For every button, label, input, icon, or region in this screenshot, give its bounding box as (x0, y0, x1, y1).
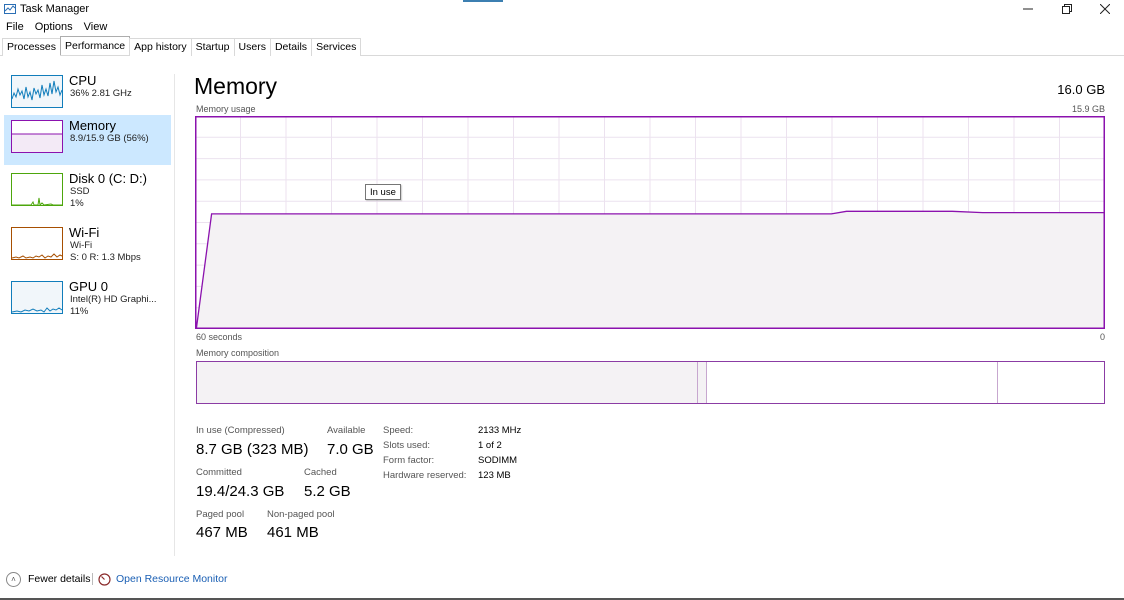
spec-value-hardware-reserved: 123 MB (478, 470, 511, 481)
menu-bar: File Options View (0, 19, 112, 36)
tooltip-in-use: In use (365, 184, 401, 200)
disk-thumbnail-graph (11, 173, 63, 206)
sidebar-item-label: Memory (69, 118, 116, 133)
disk-type-text: SSD (70, 186, 90, 197)
taskbar-accent (463, 0, 503, 2)
spec-label-form-factor: Form factor: (383, 455, 435, 466)
resource-monitor-label: Open Resource Monitor (116, 573, 228, 585)
total-memory: 16.0 GB (1057, 82, 1105, 97)
gpu-thumbnail-graph (11, 281, 63, 314)
tab-services[interactable]: Services (311, 38, 362, 56)
sidebar-item-wifi[interactable]: Wi-Fi Wi-Fi S: 0 R: 1.3 Mbps (4, 222, 171, 272)
composition-modified (698, 362, 707, 403)
gpu-model-text: Intel(R) HD Graphi... (70, 294, 157, 305)
non-paged-pool-value: 461 MB (267, 524, 319, 541)
open-resource-monitor-link[interactable]: Open Resource Monitor (98, 571, 227, 587)
memory-usage-chart (195, 116, 1105, 329)
task-manager-icon (4, 4, 16, 14)
disk-usage-text: 1% (70, 198, 84, 209)
committed-label: Committed (196, 467, 242, 478)
sidebar-item-memory[interactable]: Memory 8.9/15.9 GB (56%) (4, 115, 171, 165)
minimize-icon (1023, 8, 1033, 10)
close-button[interactable] (1090, 0, 1120, 18)
chevron-up-icon: ˄ (6, 571, 21, 587)
close-icon (1099, 3, 1111, 15)
spec-label-slots: Slots used: (383, 440, 430, 451)
sidebar-item-label: CPU (69, 73, 97, 88)
tab-processes[interactable]: Processes (2, 38, 62, 56)
cached-label: Cached (304, 467, 337, 478)
paged-pool-label: Paged pool (196, 509, 245, 520)
menu-view[interactable]: View (78, 19, 113, 36)
gpu-usage-text: 11% (70, 306, 89, 317)
restore-button[interactable] (1052, 0, 1082, 18)
sidebar-item-label: Wi-Fi (69, 225, 100, 240)
chart-max-label: 15.9 GB (1071, 104, 1105, 114)
memory-thumbnail-graph (11, 120, 63, 153)
cpu-usage-text: 36% 2.81 GHz (70, 88, 132, 99)
tab-app-history[interactable]: App history (129, 38, 192, 56)
committed-value: 19.4/24.3 GB (196, 483, 285, 500)
composition-label: Memory composition (196, 348, 280, 358)
cpu-thumbnail-graph (11, 75, 63, 108)
sidebar-divider (174, 74, 175, 556)
tooltip-text: In use (370, 187, 396, 198)
sidebar-item-gpu[interactable]: GPU 0 Intel(R) HD Graphi... 11% (4, 276, 171, 326)
chart-title: Memory usage (196, 104, 256, 114)
spec-label-hardware-reserved: Hardware reserved: (383, 470, 467, 481)
memory-usage-text: 8.9/15.9 GB (56%) (70, 133, 149, 144)
tab-strip: Processes Performance App history Startu… (2, 36, 362, 56)
spec-label-speed: Speed: (383, 425, 414, 436)
x-axis-start-label: 60 seconds (196, 332, 243, 342)
paged-pool-value: 467 MB (196, 524, 248, 541)
footer-separator (92, 573, 93, 585)
resource-monitor-icon (98, 572, 111, 586)
minimize-button[interactable] (1013, 0, 1043, 18)
wifi-throughput-text: S: 0 R: 1.3 Mbps (70, 252, 141, 263)
composition-in-use (197, 362, 698, 403)
usage-area (196, 211, 1104, 328)
tab-startup[interactable]: Startup (190, 38, 235, 56)
tab-users[interactable]: Users (233, 38, 271, 56)
menu-options[interactable]: Options (29, 19, 78, 36)
title-bar: Task Manager (0, 0, 1124, 18)
restore-icon (1062, 4, 1072, 14)
in-use-value: 8.7 GB (323 MB) (196, 441, 309, 458)
wifi-adapter-text: Wi-Fi (70, 240, 93, 251)
menu-file[interactable]: File (0, 19, 29, 36)
memory-composition-bar (196, 361, 1105, 404)
non-paged-pool-label: Non-paged pool (267, 509, 335, 520)
window-title: Task Manager (20, 3, 90, 15)
in-use-label: In use (Compressed) (196, 425, 285, 436)
wifi-thumbnail-graph (11, 227, 63, 260)
spec-value-slots: 1 of 2 (478, 440, 502, 451)
spec-value-form-factor: SODIMM (478, 455, 518, 466)
sidebar-item-label: Disk 0 (C: D:) (69, 171, 147, 186)
tab-details[interactable]: Details (269, 38, 313, 56)
fewer-details-button[interactable]: ˄ Fewer details (6, 571, 90, 587)
x-axis-end-label: 0 (1099, 332, 1105, 342)
available-value: 7.0 GB (327, 441, 374, 458)
available-label: Available (327, 425, 366, 436)
spec-value-speed: 2133 MHz (478, 425, 522, 436)
cached-value: 5.2 GB (304, 483, 351, 500)
sidebar-item-cpu[interactable]: CPU 36% 2.81 GHz (4, 70, 171, 120)
sidebar-item-label: GPU 0 (69, 279, 109, 294)
sidebar-item-disk[interactable]: Disk 0 (C: D:) SSD 1% (4, 168, 171, 218)
page-title: Memory (194, 73, 278, 99)
fewer-details-label: Fewer details (28, 573, 91, 585)
composition-standby-separator (997, 362, 998, 403)
tab-performance[interactable]: Performance (60, 36, 131, 55)
